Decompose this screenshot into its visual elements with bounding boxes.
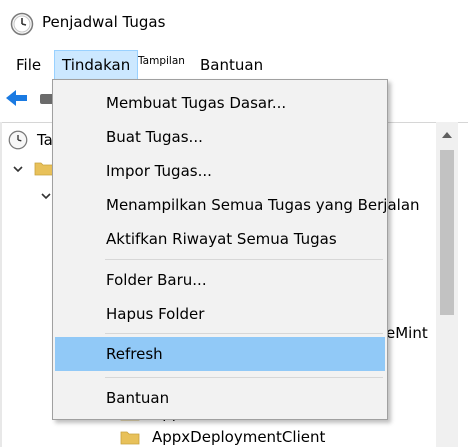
tree-border	[0, 122, 2, 447]
chevron-down-icon[interactable]	[40, 190, 52, 202]
folder-icon	[34, 162, 54, 176]
menu-separator	[105, 259, 383, 260]
title-bar: Penjadwal Tugas	[0, 0, 468, 50]
menu-item-create-task[interactable]: Buat Tugas...	[55, 120, 385, 154]
tree-item-partial-label[interactable]: eMint	[386, 321, 428, 345]
menu-item-help[interactable]: Bantuan	[55, 381, 385, 415]
chevron-down-icon[interactable]	[12, 163, 24, 175]
menu-bar: File Tindakan Tampilan Bantuan	[0, 50, 468, 80]
scrollbar-thumb[interactable]	[440, 150, 454, 315]
menu-item-refresh[interactable]: Refresh	[55, 337, 385, 371]
vertical-scrollbar[interactable]	[436, 122, 458, 447]
menu-item-new-folder[interactable]: Folder Baru...	[55, 263, 385, 297]
menu-action[interactable]: Tindakan	[54, 50, 139, 80]
tree-root-label[interactable]: Ta	[37, 128, 53, 152]
menu-separator	[105, 377, 383, 378]
action-dropdown-menu: Membuat Tugas Dasar... Buat Tugas... Imp…	[52, 79, 420, 420]
task-scheduler-clock-icon	[10, 12, 34, 36]
tree-item-appxdeploymentclient[interactable]: AppxDeploymentClient	[152, 425, 325, 447]
menu-item-delete-folder[interactable]: Hapus Folder	[55, 297, 385, 331]
folder-icon	[120, 431, 140, 445]
menu-item-enable-task-history[interactable]: Aktifkan Riwayat Semua Tugas	[55, 222, 385, 256]
menu-item-display-running-tasks[interactable]: Menampilkan Semua Tugas yang Berjalan	[55, 188, 420, 222]
task-scheduler-clock-icon	[8, 130, 28, 150]
menu-file[interactable]: File	[9, 50, 48, 80]
menu-separator	[105, 333, 383, 334]
window-title: Penjadwal Tugas	[42, 13, 166, 31]
menu-help[interactable]: Bantuan	[193, 50, 270, 80]
menu-view[interactable]: Tampilan	[131, 50, 192, 80]
scroll-up-arrow-icon[interactable]	[440, 128, 454, 142]
back-arrow-icon[interactable]	[5, 88, 29, 108]
menu-item-create-basic-task[interactable]: Membuat Tugas Dasar...	[55, 86, 385, 120]
menu-item-import-task[interactable]: Impor Tugas...	[55, 154, 385, 188]
